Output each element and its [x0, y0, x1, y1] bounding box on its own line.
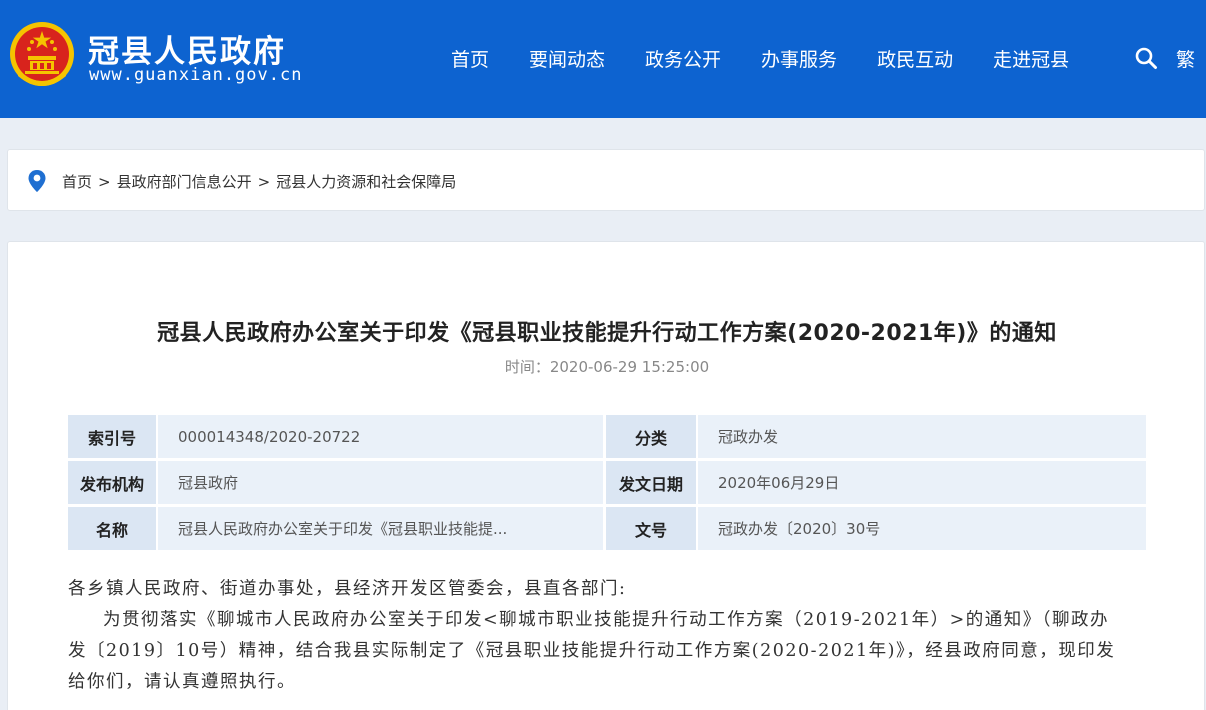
time-label: 时间：: [504, 358, 550, 376]
article-meta-table: 索引号 000014348/2020-20722 分类 冠政办发 发布机构 冠县…: [68, 415, 1146, 553]
nav-news[interactable]: 要闻动态: [529, 45, 605, 72]
location-pin-icon: [28, 170, 46, 192]
breadcrumb-home[interactable]: 首页: [62, 171, 92, 192]
article-panel: 冠县人民政府办公室关于印发《冠县职业技能提升行动工作方案(2020-2021年)…: [7, 241, 1205, 710]
national-emblem-icon[interactable]: [8, 20, 76, 90]
breadcrumb-bar: 首页 > 县政府部门信息公开 > 冠县人力资源和社会保障局: [7, 149, 1205, 211]
site-header: 冠县人民政府 www.guanxian.gov.cn 首页 要闻动态 政务公开 …: [0, 0, 1206, 118]
article-title: 冠县人民政府办公室关于印发《冠县职业技能提升行动工作方案(2020-2021年)…: [157, 321, 1057, 346]
meta-label-index: 索引号: [68, 415, 156, 458]
nav-about[interactable]: 走进冠县: [993, 45, 1069, 72]
article-paragraph: 为贯彻落实《聊城市人民政府办公室关于印发<聊城市职业技能提升行动工作方案（201…: [68, 610, 1116, 692]
breadcrumb-separator: >: [98, 172, 111, 191]
nav-interaction[interactable]: 政民互动: [877, 45, 953, 72]
article-salutation: 各乡镇人民政府、街道办事处，县经济开发区管委会，县直各部门:: [68, 579, 627, 599]
meta-row: 名称 冠县人民政府办公室关于印发《冠县职业技能提... 文号 冠政办发〔2020…: [68, 507, 1146, 550]
main-nav: 首页 要闻动态 政务公开 办事服务 政民互动 走进冠县: [451, 45, 1109, 72]
search-icon[interactable]: [1134, 46, 1158, 70]
article-body: 各乡镇人民政府、街道办事处，县经济开发区管委会，县直各部门: 为贯彻落实《聊城市…: [68, 574, 1128, 698]
meta-row: 发布机构 冠县政府 发文日期 2020年06月29日: [68, 461, 1146, 504]
meta-value-publisher: 冠县政府: [158, 461, 603, 504]
site-url[interactable]: www.guanxian.gov.cn: [89, 65, 302, 85]
article-time: 时间：2020-06-29 15:25:00: [8, 356, 1206, 377]
meta-value-index: 000014348/2020-20722: [158, 415, 603, 458]
meta-value-date: 2020年06月29日: [698, 461, 1146, 504]
breadcrumb: 首页 > 县政府部门信息公开 > 冠县人力资源和社会保障局: [62, 171, 456, 192]
meta-label-category: 分类: [606, 415, 696, 458]
meta-label-doc-number: 文号: [606, 507, 696, 550]
meta-label-publisher: 发布机构: [68, 461, 156, 504]
meta-row: 索引号 000014348/2020-20722 分类 冠政办发: [68, 415, 1146, 458]
meta-value-name: 冠县人民政府办公室关于印发《冠县职业技能提...: [158, 507, 603, 550]
time-value: 2020-06-29 15:25:00: [549, 358, 710, 376]
meta-label-date: 发文日期: [606, 461, 696, 504]
breadcrumb-separator: >: [257, 172, 271, 191]
nav-home[interactable]: 首页: [451, 45, 489, 72]
meta-value-category: 冠政办发: [698, 415, 1146, 458]
traditional-chinese-toggle[interactable]: 繁: [1176, 45, 1195, 72]
meta-value-doc-number: 冠政办发〔2020〕30号: [698, 507, 1146, 550]
breadcrumb-hr-bureau[interactable]: 冠县人力资源和社会保障局: [276, 171, 456, 192]
breadcrumb-dept-info[interactable]: 县政府部门信息公开: [117, 171, 252, 192]
nav-services[interactable]: 办事服务: [761, 45, 837, 72]
nav-gov-affairs[interactable]: 政务公开: [645, 45, 721, 72]
meta-label-name: 名称: [68, 507, 156, 550]
